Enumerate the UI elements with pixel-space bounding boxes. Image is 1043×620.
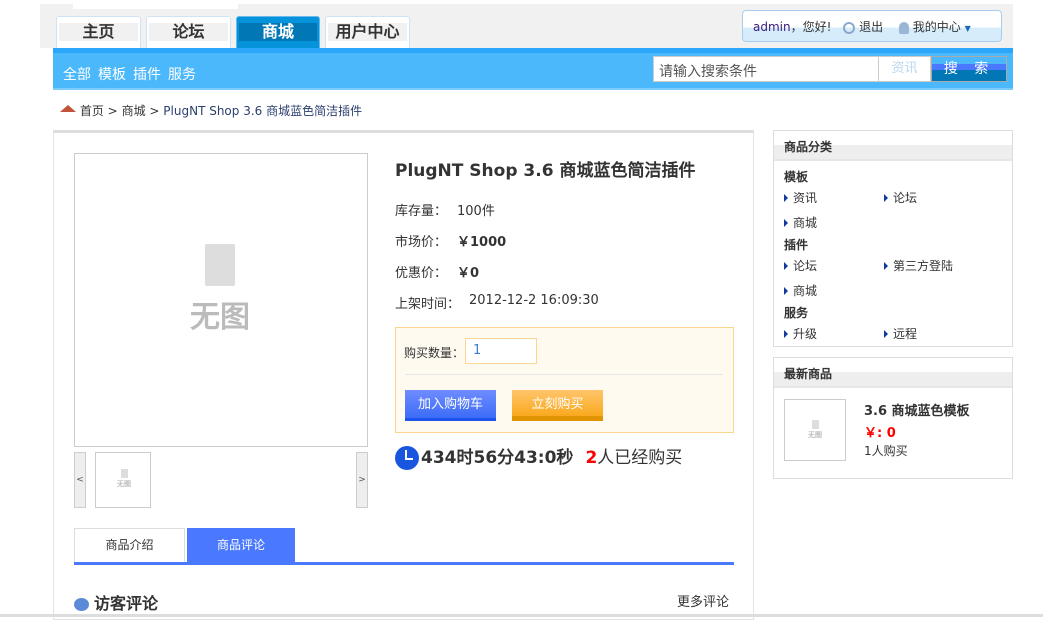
quantity-label: 购买数量：	[404, 346, 465, 360]
breadcrumb-home[interactable]: 首页	[80, 104, 104, 118]
category-link[interactable]: 资讯	[784, 189, 817, 206]
search-category-select[interactable]: 资讯	[879, 56, 931, 82]
listed-time-label: 上架时间：	[395, 297, 461, 312]
listed-time-value: 2012-12-2 16:09:30	[469, 293, 599, 308]
no-image-text: 无图	[808, 431, 822, 439]
category-link[interactable]: 论坛	[784, 257, 817, 274]
tab-underline	[74, 562, 734, 565]
sale-price-row: 优惠价： ￥0	[395, 262, 479, 281]
add-to-cart-button[interactable]: 加入购物车	[405, 390, 496, 421]
latest-product-image[interactable]: 无图	[784, 399, 846, 461]
category-link[interactable]: 远程	[884, 325, 917, 342]
listed-time-row: 上架时间： 2012-12-2 16:09:30	[395, 293, 599, 312]
quantity-input[interactable]: 1	[465, 338, 537, 364]
buyers-text: 人已经购买	[597, 448, 683, 468]
thumb-prev-button[interactable]: <	[74, 452, 86, 508]
nav-templates[interactable]: 模板	[98, 67, 126, 83]
tab-label: 商城	[239, 23, 317, 41]
stock-label: 库存量：	[395, 204, 448, 219]
nav-all[interactable]: 全部	[63, 67, 91, 83]
clock-icon	[395, 446, 419, 470]
file-icon	[205, 244, 235, 286]
no-image-placeholder: 无图	[185, 244, 255, 336]
tab-forum[interactable]: 论坛	[146, 16, 231, 48]
divider	[405, 374, 723, 375]
breadcrumb-separator: >	[149, 104, 160, 118]
chevron-down-icon[interactable]: ▼	[965, 24, 971, 33]
stock-row: 库存量： 100件	[395, 200, 495, 219]
category-panel: 商品分类 模板 资讯 论坛 商城 插件 论坛 第三方登陆 商城 服务 升级 远程	[773, 130, 1013, 347]
market-price-value: ￥1000	[457, 235, 507, 250]
logout-icon	[843, 21, 856, 34]
file-icon	[120, 469, 128, 478]
logo-area	[73, 0, 238, 9]
no-image-text: 无图	[117, 480, 131, 488]
panel-title: 商品分类	[774, 131, 1012, 161]
latest-product-buyers: 1人购买	[864, 444, 908, 458]
category-link[interactable]: 升级	[784, 325, 817, 342]
nav-services[interactable]: 服务	[168, 67, 196, 83]
category-link[interactable]: 第三方登陆	[884, 257, 953, 274]
user-box: admin，您好! 退出 我的中心 ▼	[742, 10, 1002, 42]
breadcrumb: 首页 > 商城 > PlugNT Shop 3.6 商城蓝色简洁插件	[60, 102, 362, 119]
thumb-next-button[interactable]: >	[356, 452, 368, 508]
search-button[interactable]: 搜 索	[931, 56, 1007, 82]
stock-value: 100件	[457, 204, 495, 219]
countdown-text: 434时56分43:0秒	[421, 448, 574, 468]
my-center-link[interactable]: 我的中心	[913, 20, 961, 34]
countdown: 434时56分43:0秒 2人已经购买	[395, 443, 682, 470]
comments-title: 访客评论	[94, 594, 159, 613]
product-image: 无图	[74, 153, 368, 447]
category-group: 插件	[784, 238, 809, 252]
category-link[interactable]: 商城	[784, 282, 817, 299]
thumbnail[interactable]: 无图	[95, 452, 151, 508]
category-link[interactable]: 商城	[784, 214, 817, 231]
sale-price-value: ￥0	[457, 266, 480, 281]
market-price-row: 市场价： ￥1000	[395, 231, 506, 250]
latest-products-panel: 最新商品 无图 3.6 商城蓝色模板 ￥: 0 1人购买	[773, 357, 1013, 479]
file-icon	[811, 420, 819, 429]
greeting: ，您好!	[790, 20, 832, 34]
tab-user-center[interactable]: 用户中心	[325, 16, 410, 48]
buyers-count: 2	[585, 448, 598, 468]
tab-product-intro[interactable]: 商品介绍	[74, 528, 185, 563]
tab-home[interactable]: 主页	[56, 16, 141, 48]
comment-bubble-icon	[74, 598, 89, 611]
more-comments-link[interactable]: 更多评论	[677, 591, 729, 610]
buy-now-button[interactable]: 立刻购买	[512, 390, 603, 421]
panel-title: 最新商品	[774, 358, 1012, 388]
category-link[interactable]: 论坛	[884, 189, 917, 206]
no-image-text: 无图	[190, 300, 250, 335]
home-icon	[60, 105, 76, 112]
logout-link[interactable]: 退出	[859, 20, 883, 34]
tab-shop[interactable]: 商城	[236, 16, 320, 48]
search-input[interactable]: 请输入搜索条件	[653, 56, 879, 82]
breadcrumb-current: PlugNT Shop 3.6 商城蓝色简洁插件	[163, 104, 363, 118]
no-image-placeholder: 无图	[114, 469, 134, 489]
no-image-placeholder: 无图	[805, 420, 825, 440]
tab-label: 主页	[59, 23, 138, 41]
category-group: 模板	[784, 170, 809, 184]
latest-product-price: ￥: 0	[864, 426, 896, 441]
product-title: PlugNT Shop 3.6 商城蓝色简洁插件	[395, 161, 696, 181]
breadcrumb-shop[interactable]: 商城	[122, 104, 146, 118]
comments-heading: 访客评论	[74, 590, 158, 614]
nav-plugins[interactable]: 插件	[133, 67, 161, 83]
latest-product-name[interactable]: 3.6 商城蓝色模板	[864, 400, 970, 419]
sale-price-label: 优惠价：	[395, 266, 448, 281]
tab-label: 论坛	[149, 23, 228, 41]
user-icon	[898, 21, 909, 34]
tab-label: 用户中心	[328, 23, 407, 41]
market-price-label: 市场价：	[395, 235, 448, 250]
category-group: 服务	[784, 306, 809, 320]
tab-product-reviews[interactable]: 商品评论	[187, 528, 295, 563]
username-link[interactable]: admin	[753, 20, 791, 34]
breadcrumb-separator: >	[107, 104, 118, 118]
